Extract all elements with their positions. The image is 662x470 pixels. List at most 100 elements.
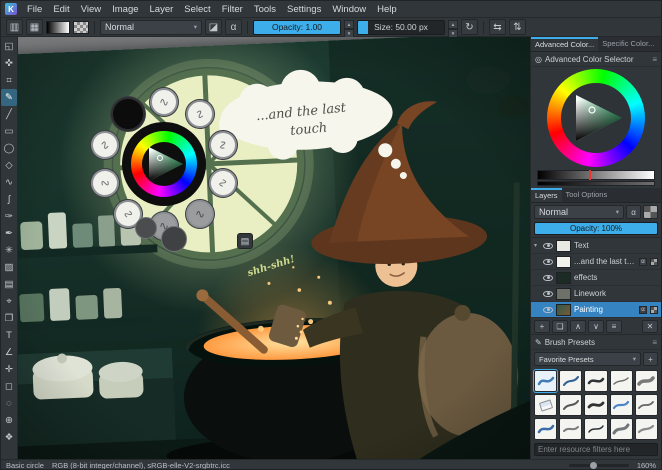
menu-edit[interactable]: Edit <box>48 2 74 17</box>
menu-file[interactable]: File <box>22 2 47 17</box>
menu-window[interactable]: Window <box>327 2 371 17</box>
lightness-slider[interactable] <box>537 170 655 180</box>
sv-triangle[interactable] <box>566 88 626 148</box>
recent-color-swatch[interactable] <box>135 217 157 239</box>
popup-palette-preset[interactable]: ∿ <box>205 127 241 163</box>
menu-tools[interactable]: Tools <box>249 2 281 17</box>
alpha-lock-icon[interactable] <box>650 306 658 314</box>
add-layer-button[interactable]: + <box>534 320 550 333</box>
menu-select[interactable]: Select <box>179 2 215 17</box>
brush-preset[interactable] <box>635 370 658 392</box>
zoom-slider-handle[interactable] <box>590 462 597 469</box>
layer-row-bubble-text[interactable]: ...and the last to... α <box>531 254 661 270</box>
layer-row-linework[interactable]: Linework <box>531 286 661 302</box>
popup-palette[interactable]: ∿ ∿ ∿ ∿ ∿ ∿ ∿ ∿ ∿ ∿ <box>64 64 264 264</box>
opacity-stepper[interactable]: ▲ ▼ <box>344 20 354 35</box>
visibility-eye-icon[interactable] <box>543 243 553 249</box>
tool-gradient[interactable]: ▤ <box>1 276 17 293</box>
brush-preset[interactable] <box>559 370 582 392</box>
tool-multibrush[interactable]: ✳ <box>1 242 17 259</box>
layer-row-painting[interactable]: Painting α <box>531 302 661 318</box>
brush-preset[interactable] <box>584 370 607 392</box>
menu-filter[interactable]: Filter <box>217 2 248 17</box>
menu-image[interactable]: Image <box>107 2 143 17</box>
tool-ellipse-select[interactable]: ◌ <box>1 395 17 412</box>
secondary-color-slider[interactable] <box>537 181 655 186</box>
hue-ring[interactable] <box>547 69 645 167</box>
brush-preset[interactable] <box>559 418 582 440</box>
brush-preset[interactable] <box>635 394 658 416</box>
tool-pan[interactable]: ❖ <box>1 429 17 446</box>
menu-layer[interactable]: Layer <box>145 2 179 17</box>
menu-settings[interactable]: Settings <box>282 2 326 17</box>
size-stepper[interactable]: ▲ ▼ <box>448 20 458 35</box>
lightness-slider-handle[interactable] <box>589 170 591 180</box>
move-layer-down-button[interactable]: ∨ <box>588 320 604 333</box>
popup-palette-preset[interactable]: ∿ <box>86 164 124 202</box>
brush-preset[interactable] <box>534 418 557 440</box>
tool-polyline[interactable]: ∿ <box>1 174 17 191</box>
tool-color-sampler[interactable]: ⌖ <box>1 293 17 310</box>
tool-rectangle[interactable]: ▭ <box>1 123 17 140</box>
tool-freehand-path[interactable]: ✑ <box>1 208 17 225</box>
sv-triangle[interactable] <box>141 141 187 187</box>
visibility-eye-icon[interactable] <box>543 291 553 297</box>
duplicate-layer-button[interactable]: ❏ <box>552 320 568 333</box>
visibility-eye-icon[interactable] <box>543 259 553 265</box>
brush-preset[interactable] <box>635 418 658 440</box>
brush-preset[interactable] <box>610 418 633 440</box>
brush-preset[interactable] <box>534 370 557 392</box>
size-slider[interactable]: Size: 50.00 px <box>357 20 445 35</box>
move-layer-up-button[interactable]: ∧ <box>570 320 586 333</box>
tool-rect-select[interactable]: ◻ <box>1 378 17 395</box>
brush-preset[interactable] <box>559 394 582 416</box>
tool-fill[interactable]: ▨ <box>1 259 17 276</box>
brush-preset[interactable] <box>610 394 633 416</box>
tool-smart-patch[interactable]: ❐ <box>1 310 17 327</box>
popup-palette-preset[interactable]: ∿ <box>111 97 145 131</box>
add-tag-button[interactable]: + <box>643 352 658 366</box>
current-pattern-swatch[interactable] <box>73 21 89 34</box>
brush-preset[interactable] <box>584 394 607 416</box>
tool-text[interactable]: T <box>1 327 17 344</box>
spin-up-icon[interactable]: ▲ <box>448 20 458 29</box>
layer-row-effects[interactable]: effects <box>531 270 661 286</box>
popup-palette-preset[interactable]: ∿ <box>150 88 178 116</box>
tab-color-extra[interactable]: Col... <box>658 37 661 51</box>
blending-mode-select[interactable]: Normal ▾ <box>100 20 202 35</box>
gradient-chooser-icon[interactable]: ▥ <box>6 19 23 35</box>
docker-config-icon[interactable]: ≡ <box>652 55 657 64</box>
mirror-vertical-icon[interactable]: ⇅ <box>509 19 526 35</box>
popup-palette-preset[interactable]: ∿ <box>86 126 123 163</box>
menu-help[interactable]: Help <box>372 2 402 17</box>
tool-freehand-brush[interactable]: ✎ <box>1 89 17 106</box>
layer-properties-button[interactable]: ≡ <box>606 320 622 333</box>
recent-color-swatch[interactable] <box>161 226 187 252</box>
tool-move[interactable]: ✜ <box>1 55 17 72</box>
inherit-alpha-icon[interactable]: α <box>639 306 647 314</box>
mirror-horizontal-icon[interactable]: ⇆ <box>489 19 506 35</box>
visibility-eye-icon[interactable] <box>543 275 553 281</box>
current-gradient-swatch[interactable] <box>46 21 70 34</box>
resource-filter-input[interactable] <box>534 443 658 456</box>
palette-settings-button[interactable]: ▤ <box>237 233 253 249</box>
delete-layer-button[interactable]: ✕ <box>642 320 658 333</box>
layer-blending-mode-select[interactable]: Normal ▾ <box>534 205 624 219</box>
inherit-alpha-icon[interactable]: α <box>639 258 647 266</box>
opacity-slider[interactable]: Opacity: 1.00 <box>253 20 341 35</box>
pattern-chooser-icon[interactable]: ▦ <box>26 19 43 35</box>
zoom-slider[interactable] <box>569 464 629 467</box>
brush-preset[interactable] <box>610 370 633 392</box>
popup-palette-preset[interactable]: ∿ <box>186 200 214 228</box>
layer-row-text[interactable]: ▾ Text <box>531 238 661 254</box>
tool-dynamic-brush[interactable]: ✒ <box>1 225 17 242</box>
alpha-lock-icon[interactable] <box>650 258 658 266</box>
tool-assistants[interactable]: ✛ <box>1 361 17 378</box>
preserve-alpha-button[interactable]: α <box>225 19 242 35</box>
tool-transform[interactable]: ◱ <box>1 38 17 55</box>
alpha-lock-toggle[interactable] <box>643 205 658 219</box>
popup-palette-preset[interactable]: ∿ <box>207 167 239 199</box>
tab-tool-options[interactable]: Tool Options <box>562 188 612 202</box>
brush-preset[interactable] <box>584 418 607 440</box>
tab-advanced-color-selector[interactable]: Advanced Color... <box>531 37 598 51</box>
